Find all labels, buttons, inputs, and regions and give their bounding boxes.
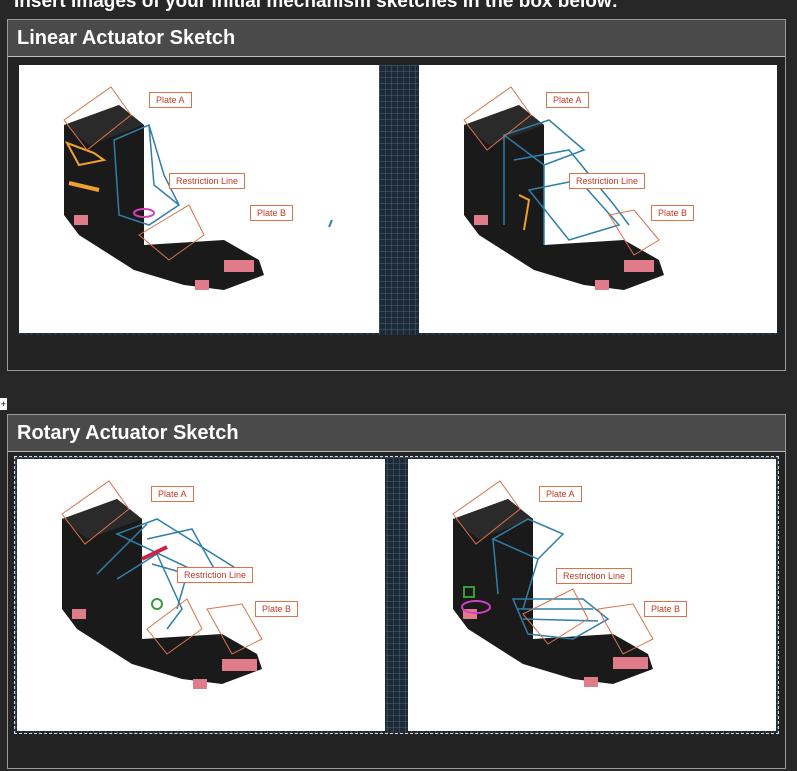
- image-container[interactable]: Plate A Restriction Line Plate B Plate A…: [14, 456, 779, 734]
- plate-b-label: Plate B: [651, 205, 695, 221]
- restriction-line-label: Restriction Line: [569, 173, 646, 189]
- image-container[interactable]: Plate A Restriction Line Plate B Plate A…: [19, 65, 777, 335]
- restriction-line-label: Restriction Line: [177, 567, 254, 583]
- plate-b-label: Plate B: [250, 205, 294, 221]
- device-drawing: [452, 480, 654, 687]
- plate-a-label: Plate A: [149, 92, 192, 108]
- plate-b-label: Plate B: [255, 601, 299, 617]
- section-title: Rotary Actuator Sketch: [8, 415, 785, 452]
- plate-a-label: Plate A: [151, 486, 194, 502]
- linear-actuator-section: Linear Actuator Sketch Plate A Restricti…: [7, 19, 786, 371]
- page-instruction: Insert images of your initial mechanism …: [14, 0, 618, 12]
- restriction-line-label: Restriction Line: [556, 568, 633, 584]
- restriction-line-label: Restriction Line: [169, 173, 246, 189]
- device-drawing: [463, 86, 664, 290]
- plate-a-label: Plate A: [546, 92, 589, 108]
- device-drawing: [63, 86, 333, 290]
- rotary-actuator-section: Rotary Actuator Sketch Plate A Restricti…: [7, 414, 786, 769]
- anchor-icon[interactable]: +: [0, 398, 7, 410]
- plate-b-label: Plate B: [644, 601, 688, 617]
- plate-a-label: Plate A: [539, 486, 582, 502]
- sketch-image[interactable]: Plate A Restriction Line Plate B: [17, 459, 385, 731]
- sketch-image[interactable]: Plate A Restriction Line Plate B: [419, 65, 777, 333]
- section-title: Linear Actuator Sketch: [8, 20, 785, 57]
- device-drawing: [61, 480, 263, 689]
- sketch-image[interactable]: Plate A Restriction Line Plate B: [19, 65, 379, 333]
- sketch-image[interactable]: Plate A Restriction Line Plate B: [408, 459, 776, 731]
